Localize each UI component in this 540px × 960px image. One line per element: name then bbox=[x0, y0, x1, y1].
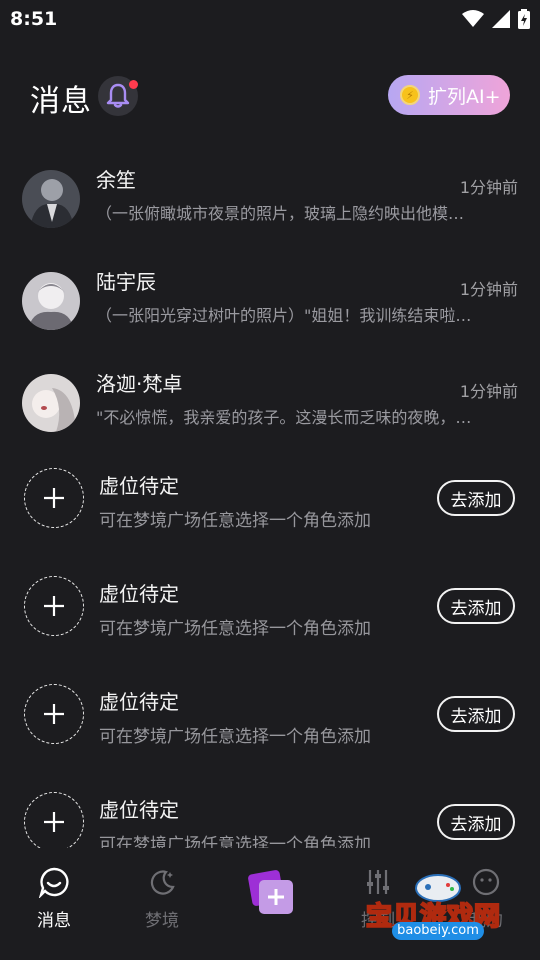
create-button[interactable] bbox=[246, 868, 296, 918]
empty-slot: 虚位待定 可在梦境广场任意选择一个角色添加 去添加 bbox=[0, 576, 540, 656]
avatar bbox=[22, 170, 80, 228]
status-bar: 8:51 bbox=[0, 0, 540, 38]
status-time: 8:51 bbox=[10, 8, 58, 30]
add-slot-circle[interactable] bbox=[24, 792, 84, 852]
watermark-logo: 宝贝游戏网 baobeiy.com bbox=[365, 868, 510, 944]
tab-dream[interactable]: 梦境 bbox=[122, 866, 202, 936]
plus-icon bbox=[44, 596, 64, 616]
empty-slot: 虚位待定 可在梦境广场任意选择一个角色添加 去添加 bbox=[0, 468, 540, 548]
bell-icon bbox=[106, 83, 130, 108]
add-character-button[interactable]: 去添加 bbox=[437, 588, 515, 624]
tab-messages-label: 消息 bbox=[37, 911, 71, 931]
slot-title: 虚位待定 bbox=[99, 582, 179, 606]
chat-item[interactable]: 洛迦·梵卓 1分钟前 "不必惊慌，我亲爱的孩子。这漫长而乏味的夜晚，… bbox=[0, 364, 540, 454]
add-character-button[interactable]: 去添加 bbox=[437, 696, 515, 732]
add-square-icon bbox=[248, 870, 293, 914]
plus-icon bbox=[44, 488, 64, 508]
slot-title: 虚位待定 bbox=[99, 474, 179, 498]
chat-preview: （一张俯瞰城市夜景的照片，玻璃上隐约映出他模… bbox=[96, 204, 465, 223]
tab-messages[interactable]: 消息 bbox=[14, 866, 94, 936]
slot-description: 可在梦境广场任意选择一个角色添加 bbox=[99, 727, 371, 747]
notification-button[interactable] bbox=[98, 76, 138, 116]
chat-time: 1分钟前 bbox=[459, 382, 518, 401]
page-header: 消息 ⚡ 扩列AI+ bbox=[0, 74, 540, 119]
chat-item[interactable]: 陆宇辰 1分钟前 （一张阳光穿过树叶的照片）"姐姐！我训练结束啦… bbox=[0, 262, 540, 352]
chat-name: 洛迦·梵卓 bbox=[96, 372, 183, 396]
chat-time: 1分钟前 bbox=[459, 178, 518, 197]
avatar bbox=[22, 374, 80, 432]
plus-icon bbox=[44, 812, 64, 832]
tab-dream-label: 梦境 bbox=[145, 911, 179, 931]
chat-name: 余笙 bbox=[96, 168, 136, 192]
slot-title: 虚位待定 bbox=[99, 798, 179, 822]
add-slot-circle[interactable] bbox=[24, 684, 84, 744]
page-title: 消息 bbox=[30, 84, 92, 119]
plus-icon bbox=[44, 704, 64, 724]
system-icons bbox=[462, 9, 530, 29]
add-slot-circle[interactable] bbox=[24, 576, 84, 636]
add-character-button[interactable]: 去添加 bbox=[437, 804, 515, 840]
moon-icon bbox=[150, 870, 175, 895]
wifi-icon bbox=[462, 10, 484, 27]
add-character-button[interactable]: 去添加 bbox=[437, 480, 515, 516]
empty-slot: 虚位待定 可在梦境广场任意选择一个角色添加 去添加 bbox=[0, 684, 540, 764]
expand-ai-label: 扩列AI+ bbox=[428, 85, 501, 108]
chat-bubble-icon bbox=[38, 867, 69, 900]
slot-title: 虚位待定 bbox=[99, 690, 179, 714]
notification-dot bbox=[129, 80, 138, 89]
coin-icon: ⚡ bbox=[400, 85, 420, 105]
avatar bbox=[22, 272, 80, 330]
expand-ai-button[interactable]: ⚡ 扩列AI+ bbox=[388, 75, 510, 115]
chat-time: 1分钟前 bbox=[459, 280, 518, 299]
battery-icon bbox=[518, 9, 530, 29]
chat-preview: "不必惊慌，我亲爱的孩子。这漫长而乏味的夜晚，… bbox=[96, 408, 472, 427]
signal-icon bbox=[492, 10, 510, 28]
add-slot-circle[interactable] bbox=[24, 468, 84, 528]
slot-description: 可在梦境广场任意选择一个角色添加 bbox=[99, 511, 371, 531]
slot-description: 可在梦境广场任意选择一个角色添加 bbox=[99, 619, 371, 639]
chat-preview: （一张阳光穿过树叶的照片）"姐姐！我训练结束啦… bbox=[96, 306, 472, 325]
chat-item[interactable]: 余笙 1分钟前 （一张俯瞰城市夜景的照片，玻璃上隐约映出他模… bbox=[0, 160, 540, 250]
watermark-url: baobeiy.com bbox=[392, 922, 484, 940]
chat-name: 陆宇辰 bbox=[96, 270, 156, 294]
